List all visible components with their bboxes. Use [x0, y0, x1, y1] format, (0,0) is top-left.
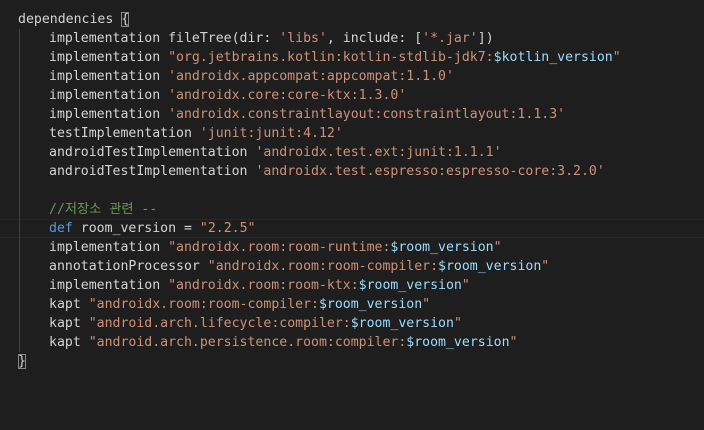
code-token: "org.jetbrains.kotlin:kotlin-stdlib-jdk7… [168, 50, 494, 65]
code-token: $kotlin_version [493, 50, 613, 65]
indent-guide [19, 314, 20, 333]
matched-brace: { [121, 12, 130, 27]
code-token: $room_version [438, 259, 542, 274]
code-token: $room_version [406, 335, 510, 350]
code-line[interactable]: //저장소 관련 -- [18, 200, 621, 219]
indent-guide [19, 257, 20, 276]
code-token: 'androidx.appcompat:appcompat:1.1.0' [168, 69, 454, 84]
indent-guide [19, 333, 20, 352]
code-line[interactable]: implementation "androidx.room:room-ktx:$… [18, 276, 621, 295]
indent-guide [19, 276, 20, 295]
code-token: "androidx.room:room-compiler: [88, 297, 319, 312]
code-token: androidTestImplementation [49, 145, 256, 160]
code-line[interactable]: androidTestImplementation 'androidx.test… [18, 162, 621, 181]
code-token: annotationProcessor [49, 259, 208, 274]
code-token: implementation [49, 278, 169, 293]
code-line[interactable]: annotationProcessor "androidx.room:room-… [18, 257, 621, 276]
indent-guide [19, 219, 20, 238]
code-line[interactable]: def room_version = "2.2.5" [0, 219, 704, 238]
code-line[interactable]: implementation 'androidx.constraintlayou… [18, 105, 621, 124]
code-token: implementation [49, 240, 169, 255]
code-token: " [422, 297, 431, 312]
code-line[interactable]: dependencies { [18, 10, 621, 29]
code-line[interactable]: kapt "android.arch.persistence.room:comp… [18, 333, 621, 352]
indent-guide [19, 295, 20, 314]
indent-guide [19, 29, 20, 48]
code-token: 'junit:junit:4.12' [199, 126, 343, 141]
code-token: " [453, 316, 462, 331]
code-token: '*.jar' [422, 31, 478, 46]
code-editor[interactable]: dependencies {implementation fileTree(di… [0, 0, 704, 430]
code-token: "androidx.room:room-ktx: [168, 278, 359, 293]
code-token: $room_version [318, 297, 423, 312]
code-area[interactable]: dependencies {implementation fileTree(di… [0, 10, 704, 371]
code-line[interactable]: implementation fileTree(dir: 'libs', inc… [18, 29, 621, 48]
current-line-highlight [0, 219, 704, 238]
code-token: ]) [477, 31, 494, 46]
code-token: $room_version [350, 316, 454, 331]
code-line[interactable]: implementation "androidx.room:room-runti… [18, 238, 621, 257]
code-token: //저장소 관련 -- [49, 202, 158, 217]
code-token: implementation fileTree(dir: [49, 31, 280, 46]
code-line[interactable]: } [18, 352, 621, 371]
code-token: "androidx.room:room-compiler: [207, 259, 439, 274]
code-token: 'libs' [279, 31, 327, 46]
code-token: implementation [49, 50, 169, 65]
code-token: testImplementation [49, 126, 200, 141]
code-token: "android.arch.lifecycle:compiler: [88, 316, 351, 331]
code-token: 'androidx.core:core-ktx:1.3.0' [168, 88, 407, 103]
code-token: dependencies [18, 12, 122, 27]
code-line[interactable]: kapt "androidx.room:room-compiler:$room_… [18, 295, 621, 314]
indent-guide [19, 181, 20, 200]
code-token: "androidx.room:room-runtime: [168, 240, 391, 255]
code-token: " [461, 278, 470, 293]
matched-brace: } [18, 354, 26, 369]
indent-guide [19, 238, 20, 257]
code-line[interactable]: implementation "org.jetbrains.kotlin:kot… [18, 48, 621, 67]
code-token: , include: [ [326, 31, 423, 46]
code-token: " [541, 259, 550, 274]
indent-guide [19, 200, 20, 219]
code-token: 'androidx.test.espresso:espresso-core:3.… [255, 164, 605, 179]
code-line[interactable]: implementation 'androidx.core:core-ktx:1… [18, 86, 621, 105]
code-token: "android.arch.persistence.room:compiler: [88, 335, 407, 350]
indent-guide [19, 162, 20, 181]
indent-guide [19, 124, 20, 143]
code-token: kapt [49, 316, 89, 331]
code-token: 'androidx.constraintlayout:constraintlay… [168, 107, 566, 122]
code-token: " [509, 335, 518, 350]
code-line[interactable]: kapt "android.arch.lifecycle:compiler:$r… [18, 314, 621, 333]
code-token: androidTestImplementation [49, 164, 256, 179]
code-token: " [612, 50, 621, 65]
code-token: implementation [49, 107, 169, 122]
code-token: 'androidx.test.ext:junit:1.1.1' [255, 145, 502, 160]
indent-guide [19, 86, 20, 105]
code-token: " [493, 240, 502, 255]
code-line[interactable] [18, 181, 621, 200]
code-token: implementation [49, 69, 169, 84]
indent-guide [19, 48, 20, 67]
code-line[interactable]: testImplementation 'junit:junit:4.12' [18, 124, 621, 143]
code-line[interactable]: androidTestImplementation 'androidx.test… [18, 143, 621, 162]
code-token: implementation [49, 88, 169, 103]
indent-guide [19, 105, 20, 124]
indent-guide [19, 67, 20, 86]
code-line[interactable]: implementation 'androidx.appcompat:appco… [18, 67, 621, 86]
code-token: $room_version [390, 240, 494, 255]
code-token: $room_version [358, 278, 462, 293]
code-token: kapt [49, 335, 89, 350]
code-token: kapt [49, 297, 89, 312]
indent-guide [19, 143, 20, 162]
